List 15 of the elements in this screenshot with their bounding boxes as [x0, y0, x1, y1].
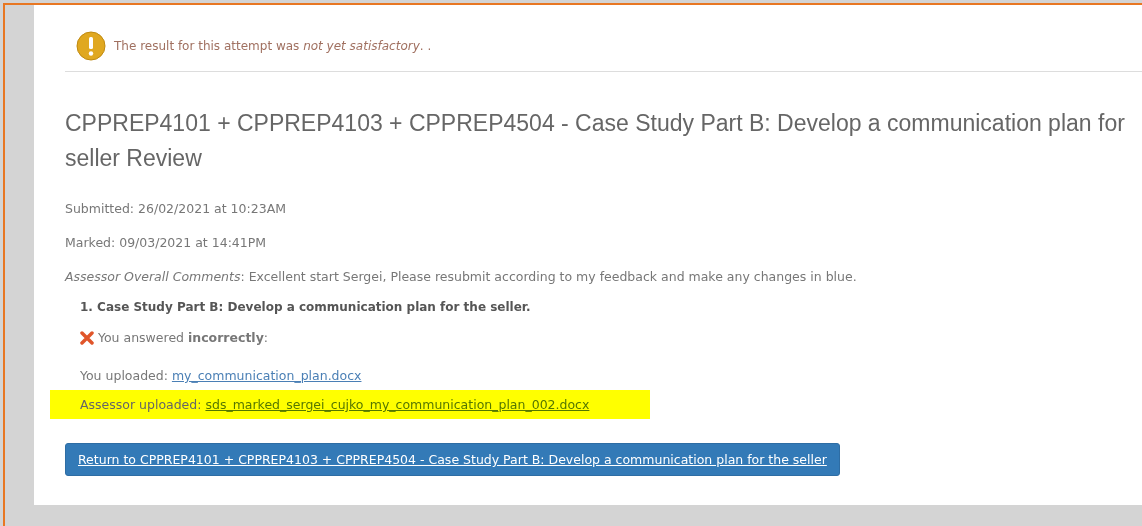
file-link[interactable]: sds_marked_sergei_cujko_my_communication_plan_002.docx: [205, 397, 590, 412]
marked-date: Marked: 09/03/2021 at 14:41PM: [65, 234, 268, 252]
file-link[interactable]: my_communication_plan.docx: [171, 368, 362, 383]
warning-icon: [76, 31, 106, 61]
cross-icon: [80, 330, 94, 345]
upload-label: You uploaded:: [80, 368, 169, 383]
question-heading: 1. Case Study Part B: Develop a communication plan for the seller.: [80, 300, 532, 314]
page-title: CPPREP4101 + CPPREP4103 + CPPREP4504 - Case Study Part B: Develop a communication plan for: [65, 109, 1126, 138]
return-button[interactable]: Return to CPPREP4101 + CPPREP4103 + CPPREP4504 - Case Study Part B: Develop a communication plan for the seller: [65, 443, 840, 476]
submitted-date: Submitted: 26/02/2021 at 10:23AM: [65, 200, 287, 218]
upload-label: Assessor uploaded:: [80, 397, 203, 412]
alert-message: The result for this attempt was not yet satisfactory. .: [114, 39, 432, 53]
page-title: seller Review: [65, 144, 203, 173]
assessor-comments: Assessor Overall Comments: Excellent start Sergei, Please resubmit according to my feedback and make any changes in blue.: [65, 268, 858, 286]
result-text: You answered incorrectly:: [98, 330, 269, 345]
